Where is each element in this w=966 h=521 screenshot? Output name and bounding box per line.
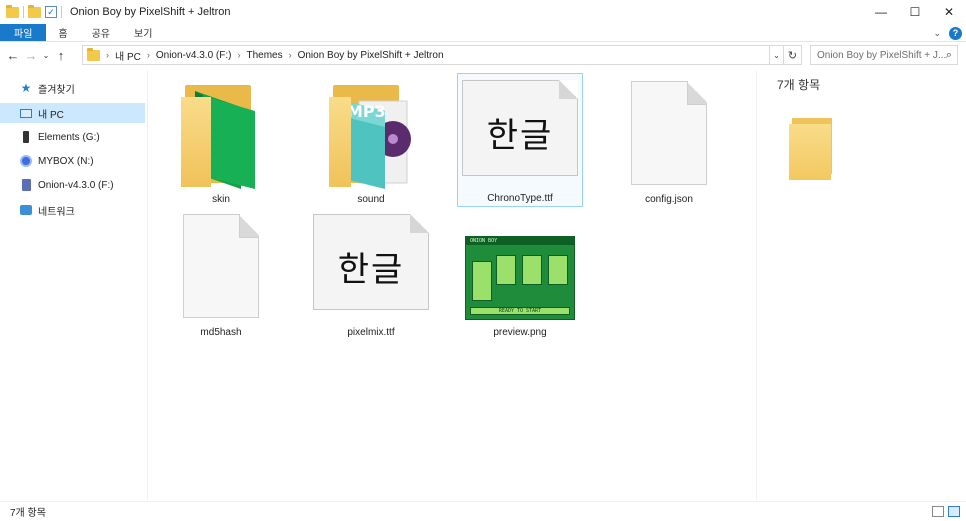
search-placeholder: Onion Boy by PixelShift + J...: [817, 49, 947, 61]
mybox-icon: [20, 155, 32, 167]
sidebar-item-this-pc[interactable]: 내 PC: [0, 103, 145, 123]
up-button[interactable]: ↑: [52, 46, 70, 64]
preview-bottom-text: READY TO START: [470, 307, 570, 315]
ribbon-tabs: 파일 홈 공유 보기 ⌄ ?: [0, 24, 966, 42]
ribbon-expand-icon[interactable]: ⌄: [933, 28, 941, 39]
navigation-bar: ← → ⌄ ↑ › 내 PC › Onion-v4.3.0 (F:) › The…: [0, 43, 966, 67]
file-item-pixelmix-ttf[interactable]: 한글 pixelmix.ttf: [308, 206, 434, 340]
tab-file[interactable]: 파일: [0, 24, 47, 41]
file-item-config-json[interactable]: config.json: [606, 73, 732, 207]
mp3-label: MP3: [347, 102, 386, 121]
file-name: skin: [212, 194, 230, 205]
file-item-sound[interactable]: MP3 sound: [308, 73, 434, 207]
sidebar-item-onion-drive[interactable]: Onion-v4.3.0 (F:): [0, 175, 145, 195]
font-preview-glyph: 한글: [486, 116, 554, 156]
new-folder-icon[interactable]: [28, 4, 41, 18]
folder-icon: [6, 4, 19, 18]
address-bar[interactable]: › 내 PC › Onion-v4.3.0 (F:) › Themes › On…: [82, 45, 770, 65]
font-preview-glyph: 한글: [337, 250, 405, 290]
sidebar-item-favorites[interactable]: ★ 즐겨찾기: [0, 78, 145, 98]
help-icon[interactable]: ?: [949, 26, 962, 40]
file-name: ChronoType.ttf: [487, 193, 553, 204]
preview-top-text: ONION BOY: [470, 238, 498, 244]
title-bar: ✓ Onion Boy by PixelShift + Jeltron — ☐ …: [0, 0, 966, 24]
pc-icon: [20, 108, 32, 118]
quick-access-toolbar: ✓: [0, 4, 62, 18]
document-icon: [183, 214, 259, 318]
preview-pane-title: 7개 항목: [777, 78, 821, 92]
tab-home[interactable]: 홈: [46, 24, 79, 41]
folder-icon: [789, 118, 833, 180]
file-list: skin MP3 sound 한글 ChronoType.ttf config.…: [148, 70, 756, 500]
sidebar-item-mybox-drive[interactable]: MYBOX (N:): [0, 151, 145, 171]
file-name: sound: [357, 194, 385, 205]
file-item-preview-png[interactable]: ONION BOY READY TO START preview.png: [457, 206, 583, 340]
back-button[interactable]: ←: [4, 46, 22, 64]
forward-button[interactable]: →: [22, 46, 40, 64]
window-title: Onion Boy by PixelShift + Jeltron: [70, 6, 231, 18]
details-view-button[interactable]: [932, 506, 944, 517]
tab-share[interactable]: 공유: [80, 24, 122, 41]
window-controls: — ☐ ✕: [864, 0, 966, 24]
breadcrumb-pc[interactable]: 내 PC: [115, 48, 141, 63]
minimize-button[interactable]: —: [864, 0, 898, 24]
folder-icon: [87, 47, 100, 61]
breadcrumb-current[interactable]: Onion Boy by PixelShift + Jeltron: [298, 50, 444, 61]
file-name: preview.png: [493, 327, 547, 338]
refresh-button[interactable]: ↻: [784, 45, 802, 65]
font-file-icon: 한글: [313, 214, 429, 310]
font-file-icon: 한글: [462, 80, 578, 176]
properties-icon[interactable]: ✓: [45, 6, 57, 18]
search-icon[interactable]: ⌕: [946, 49, 952, 62]
status-bar: 7개 항목: [0, 501, 966, 521]
network-icon: [20, 205, 32, 215]
preview-pane: 7개 항목: [756, 70, 966, 500]
folder-icon: [181, 81, 261, 192]
file-item-md5hash[interactable]: md5hash: [158, 206, 284, 340]
search-input[interactable]: Onion Boy by PixelShift + J... ⌕: [810, 45, 958, 65]
sidebar-item-network[interactable]: 네트워크: [0, 200, 145, 220]
close-button[interactable]: ✕: [932, 0, 966, 24]
star-icon: ★: [20, 81, 32, 95]
document-icon: [631, 81, 707, 185]
maximize-button[interactable]: ☐: [898, 0, 932, 24]
sdcard-icon: [21, 179, 31, 191]
file-name: pixelmix.ttf: [347, 327, 395, 338]
recent-locations-button[interactable]: ⌄: [40, 46, 52, 64]
audio-folder-icon: MP3: [329, 81, 413, 192]
tab-view[interactable]: 보기: [122, 24, 164, 41]
navigation-pane: ★ 즐겨찾기 내 PC Elements (G:) MYBOX (N:) Oni…: [0, 70, 148, 500]
item-count: 7개 항목: [10, 508, 46, 519]
address-dropdown-button[interactable]: ⌄: [770, 45, 784, 65]
sidebar-item-elements-drive[interactable]: Elements (G:): [0, 127, 145, 147]
image-thumbnail: ONION BOY READY TO START: [465, 236, 575, 320]
drive-icon: [23, 131, 29, 143]
file-name: config.json: [645, 194, 693, 205]
file-item-chronotype-ttf[interactable]: 한글 ChronoType.ttf: [457, 73, 583, 207]
file-item-skin[interactable]: skin: [158, 73, 284, 207]
large-icons-view-button[interactable]: [948, 506, 960, 517]
breadcrumb-drive[interactable]: Onion-v4.3.0 (F:): [156, 50, 232, 61]
file-name: md5hash: [200, 327, 242, 338]
breadcrumb-themes[interactable]: Themes: [246, 50, 282, 61]
